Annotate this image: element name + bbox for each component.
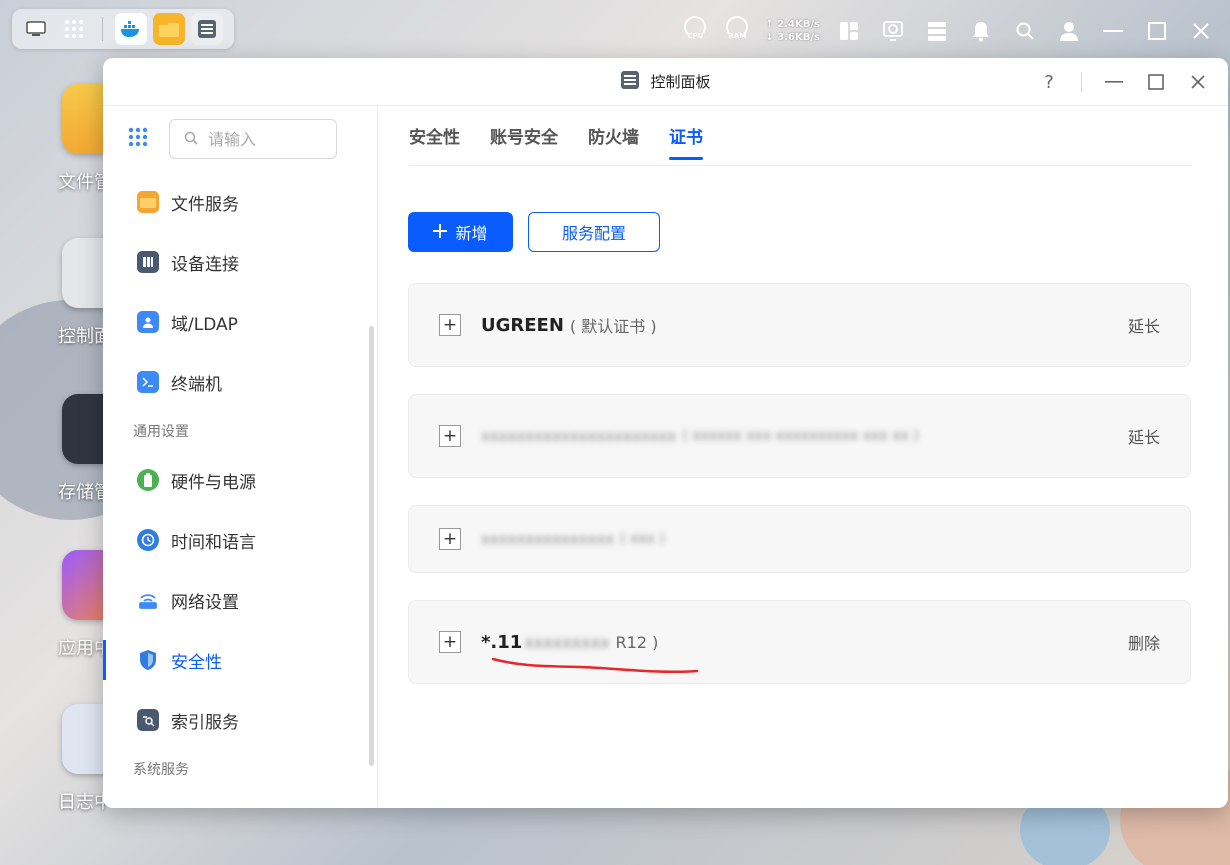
ram-gauge[interactable]: RAM <box>723 16 751 46</box>
remote-monitor-icon[interactable] <box>878 16 908 46</box>
close-icon[interactable] <box>1186 16 1216 46</box>
window-maximize-button[interactable] <box>1146 72 1166 92</box>
certificate-note-redacted: ( xxx ) <box>620 531 665 547</box>
sidebar-item-security[interactable]: 安全性 <box>103 630 377 690</box>
expand-icon[interactable]: + <box>439 314 461 336</box>
sidebar-item-domain-ldap[interactable]: 域/LDAP <box>103 292 377 352</box>
certificate-name: UGREEN <box>481 314 564 336</box>
action-bar: 新增 服务配置 <box>408 212 660 252</box>
sidebar-scrollbar[interactable] <box>369 326 374 766</box>
tab-firewall[interactable]: 防火墙 <box>588 106 639 166</box>
certificate-note: ( 默认证书 ) <box>569 317 657 336</box>
expand-icon[interactable]: + <box>439 528 461 550</box>
red-annotation-underline <box>491 657 699 674</box>
show-desktop-icon[interactable] <box>20 13 52 45</box>
widgets-icon[interactable] <box>834 16 864 46</box>
sidebar-item-label: 设备连接 <box>171 254 239 275</box>
expand-icon[interactable]: + <box>439 631 461 653</box>
sidebar-item-file-services[interactable]: 文件服务 <box>103 172 377 232</box>
window-minimize-button[interactable] <box>1104 72 1124 92</box>
shield-icon <box>137 649 159 671</box>
service-config-button[interactable]: 服务配置 <box>528 212 660 252</box>
upload-speed: 2.4KB/s <box>777 19 820 30</box>
apps-grid-icon[interactable] <box>127 126 149 152</box>
sidebar-item-label: 文件服务 <box>171 194 239 215</box>
tab-security[interactable]: 安全性 <box>409 106 460 166</box>
sidebar-item-label: 时间和语言 <box>171 532 256 553</box>
apps-grid-icon[interactable] <box>58 13 90 45</box>
minimize-icon[interactable] <box>1098 16 1128 46</box>
certificate-note-redacted: ( xxxxxx xxx xxxxxxxxxx xxx xx ) <box>682 428 919 444</box>
search-input[interactable] <box>208 129 318 149</box>
control-panel-window: 控制面板 ? 请输入 文件服务 设备连接 域/LDAP 终端机 通用设置 硬件与… <box>103 58 1228 808</box>
index-icon <box>137 709 159 731</box>
sidebar-section-system: 系统服务 <box>133 762 189 778</box>
add-label: 新增 <box>455 224 488 243</box>
ldap-icon <box>137 311 159 333</box>
main-content: 安全性 账号安全 防火墙 证书 新增 服务配置 + UGREEN ( 默认证书 … <box>378 106 1228 808</box>
sidebar-item-network[interactable]: 网络设置 <box>103 570 377 630</box>
certificate-card: + xxxxxxxxxxxxxxx ( xxx ) <box>408 505 1191 573</box>
network-speed: ↑ 2.4KB/s ↓ 3.6KB/s <box>765 19 820 43</box>
add-certificate-button[interactable]: 新增 <box>408 212 513 252</box>
control-panel-icon[interactable] <box>191 13 223 45</box>
window-controls-divider <box>1081 72 1082 92</box>
sidebar-item-label: 域/LDAP <box>171 314 238 335</box>
sidebar-section-general: 通用设置 <box>133 424 189 440</box>
extend-button[interactable]: 延长 <box>1128 424 1160 448</box>
sidebar-item-terminal[interactable]: 终端机 <box>103 352 377 412</box>
expand-icon[interactable]: + <box>439 425 461 447</box>
cpu-gauge[interactable]: CPU <box>681 16 709 46</box>
certificate-card: + *.11 xxxxxxxxx R12 ) 删除 <box>408 600 1191 684</box>
sidebar-item-label: 安全性 <box>171 652 222 673</box>
taskbar-left <box>12 9 234 49</box>
tab-account-security[interactable]: 账号安全 <box>490 106 558 166</box>
sidebar-item-label: 网络设置 <box>171 592 239 613</box>
folder-icon <box>137 191 159 213</box>
sidebar-item-label: 索引服务 <box>171 712 239 733</box>
window-close-button[interactable] <box>1188 72 1208 92</box>
terminal-icon <box>137 371 159 393</box>
sidebar-item-label: 终端机 <box>171 374 222 395</box>
help-button[interactable]: ? <box>1039 72 1059 93</box>
search-icon[interactable] <box>1010 16 1040 46</box>
certificate-card: + UGREEN ( 默认证书 ) 延长 <box>408 283 1191 367</box>
battery-icon <box>137 469 159 491</box>
sidebar-item-device-connection[interactable]: 设备连接 <box>103 232 377 292</box>
docker-icon[interactable] <box>115 13 147 45</box>
plus-icon <box>433 223 448 242</box>
certificate-name-redacted: xxxxxxxxxxxxxxx <box>481 530 615 548</box>
certificate-name-redacted: xxxxxxxxx <box>524 632 610 652</box>
certificate-card: + xxxxxxxxxxxxxxxxxxxxxx ( xxxxxx xxx xx… <box>408 394 1191 478</box>
certificate-list: + UGREEN ( 默认证书 ) 延长 + xxxxxxxxxxxxxxxxx… <box>408 283 1191 711</box>
certificate-name: *.11 <box>481 631 523 653</box>
certificate-issuer: R12 ) <box>615 632 659 652</box>
tab-bar: 安全性 账号安全 防火墙 证书 <box>409 106 1192 166</box>
sidebar-search[interactable] <box>169 119 337 159</box>
network-icon <box>137 589 159 611</box>
server-icon[interactable] <box>922 16 952 46</box>
device-icon <box>137 251 159 273</box>
sidebar-item-hardware-power[interactable]: 硬件与电源 <box>103 450 377 510</box>
sidebar-item-label: 硬件与电源 <box>171 472 256 493</box>
sidebar-item-index-service[interactable]: 索引服务 <box>103 690 377 750</box>
delete-button[interactable]: 删除 <box>1128 630 1160 654</box>
extend-button[interactable]: 延长 <box>1128 313 1160 337</box>
sidebar-item-time-language[interactable]: 时间和语言 <box>103 510 377 570</box>
control-panel-icon <box>620 70 640 94</box>
window-title: 控制面板 <box>650 73 711 91</box>
clock-icon <box>137 529 159 551</box>
taskbar-right: CPU RAM ↑ 2.4KB/s ↓ 3.6KB/s <box>681 12 1216 50</box>
maximize-icon[interactable] <box>1142 16 1172 46</box>
titlebar[interactable]: 控制面板 ? <box>103 58 1228 106</box>
bell-icon[interactable] <box>966 16 996 46</box>
search-icon <box>184 130 198 149</box>
user-icon[interactable] <box>1054 16 1084 46</box>
sidebar: 文件服务 设备连接 域/LDAP 终端机 通用设置 硬件与电源 <box>103 106 378 808</box>
certificate-name-redacted: xxxxxxxxxxxxxxxxxxxxxx <box>481 427 677 445</box>
taskbar-divider <box>102 17 103 41</box>
tab-certificate[interactable]: 证书 <box>669 106 703 166</box>
files-icon[interactable] <box>153 13 185 45</box>
download-speed: 3.6KB/s <box>777 32 820 43</box>
